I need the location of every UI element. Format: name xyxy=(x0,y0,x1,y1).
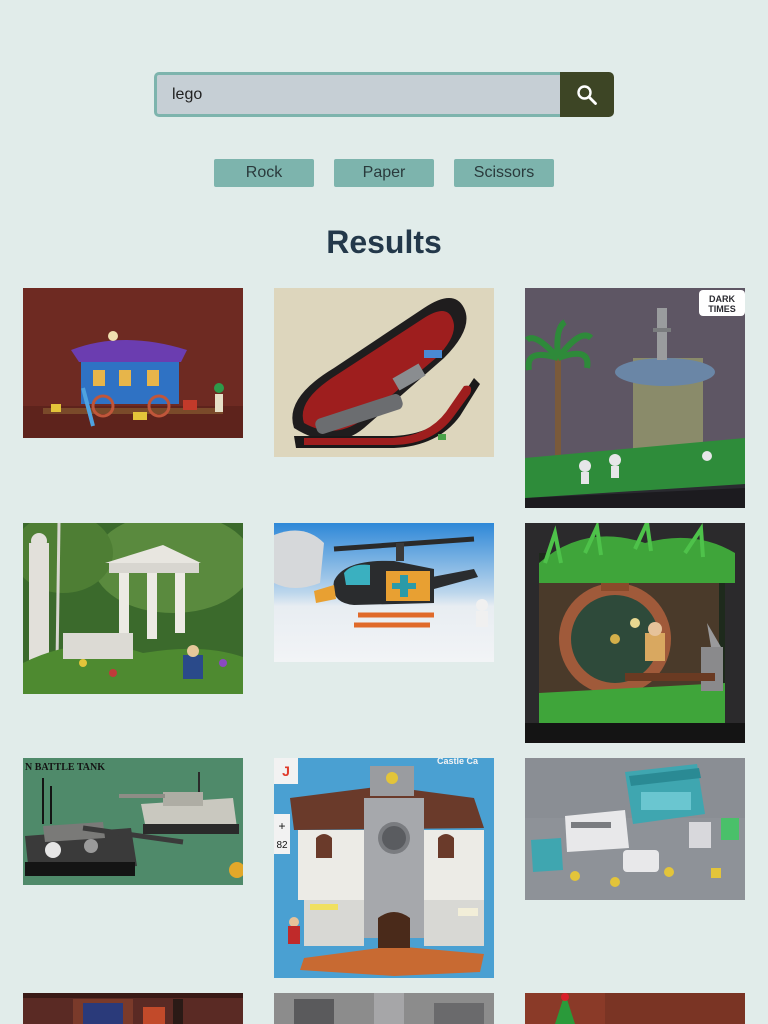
results-heading: Results xyxy=(326,224,442,260)
svg-text:J: J xyxy=(282,763,290,779)
result-image-christmas-tree[interactable] xyxy=(525,993,745,1024)
result-image-stone-castle[interactable] xyxy=(274,993,494,1024)
result-image-castle-clock-tower[interactable]: J Castle Ca + 82 xyxy=(274,758,494,978)
paper-filter-button[interactable]: Paper xyxy=(334,159,434,187)
scissors-filter-button[interactable]: Scissors xyxy=(454,159,554,187)
tank-caption: N BATTLE TANK xyxy=(25,762,105,773)
rock-filter-button[interactable]: Rock xyxy=(214,159,314,187)
svg-text:82: 82 xyxy=(276,840,288,851)
svg-text:+: + xyxy=(278,819,285,833)
search-input[interactable] xyxy=(154,72,560,117)
page: Rock Paper Scissors Results xyxy=(0,0,768,1024)
svg-text:Castle Ca: Castle Ca xyxy=(437,758,479,766)
result-image-instrument-case[interactable] xyxy=(274,288,494,457)
result-image-caravan-wagon[interactable] xyxy=(23,288,243,438)
search-icon xyxy=(577,84,597,105)
svg-text:TIMES: TIMES xyxy=(708,304,736,314)
result-image-teal-machinery[interactable] xyxy=(525,758,745,900)
result-image-greek-temple[interactable] xyxy=(23,523,243,694)
search-bar xyxy=(154,72,614,117)
result-image-battle-tanks[interactable]: N BATTLE TANK xyxy=(23,758,243,885)
svg-text:DARK: DARK xyxy=(709,294,735,304)
result-image-timber-building[interactable] xyxy=(23,993,243,1024)
result-image-hobbit-hole[interactable] xyxy=(525,523,745,743)
result-image-hut-palm-tree[interactable]: DARK TIMES xyxy=(525,288,745,508)
result-image-helicopter[interactable] xyxy=(274,523,494,662)
filter-buttons: Rock Paper Scissors xyxy=(0,159,768,187)
search-button[interactable] xyxy=(560,72,614,117)
